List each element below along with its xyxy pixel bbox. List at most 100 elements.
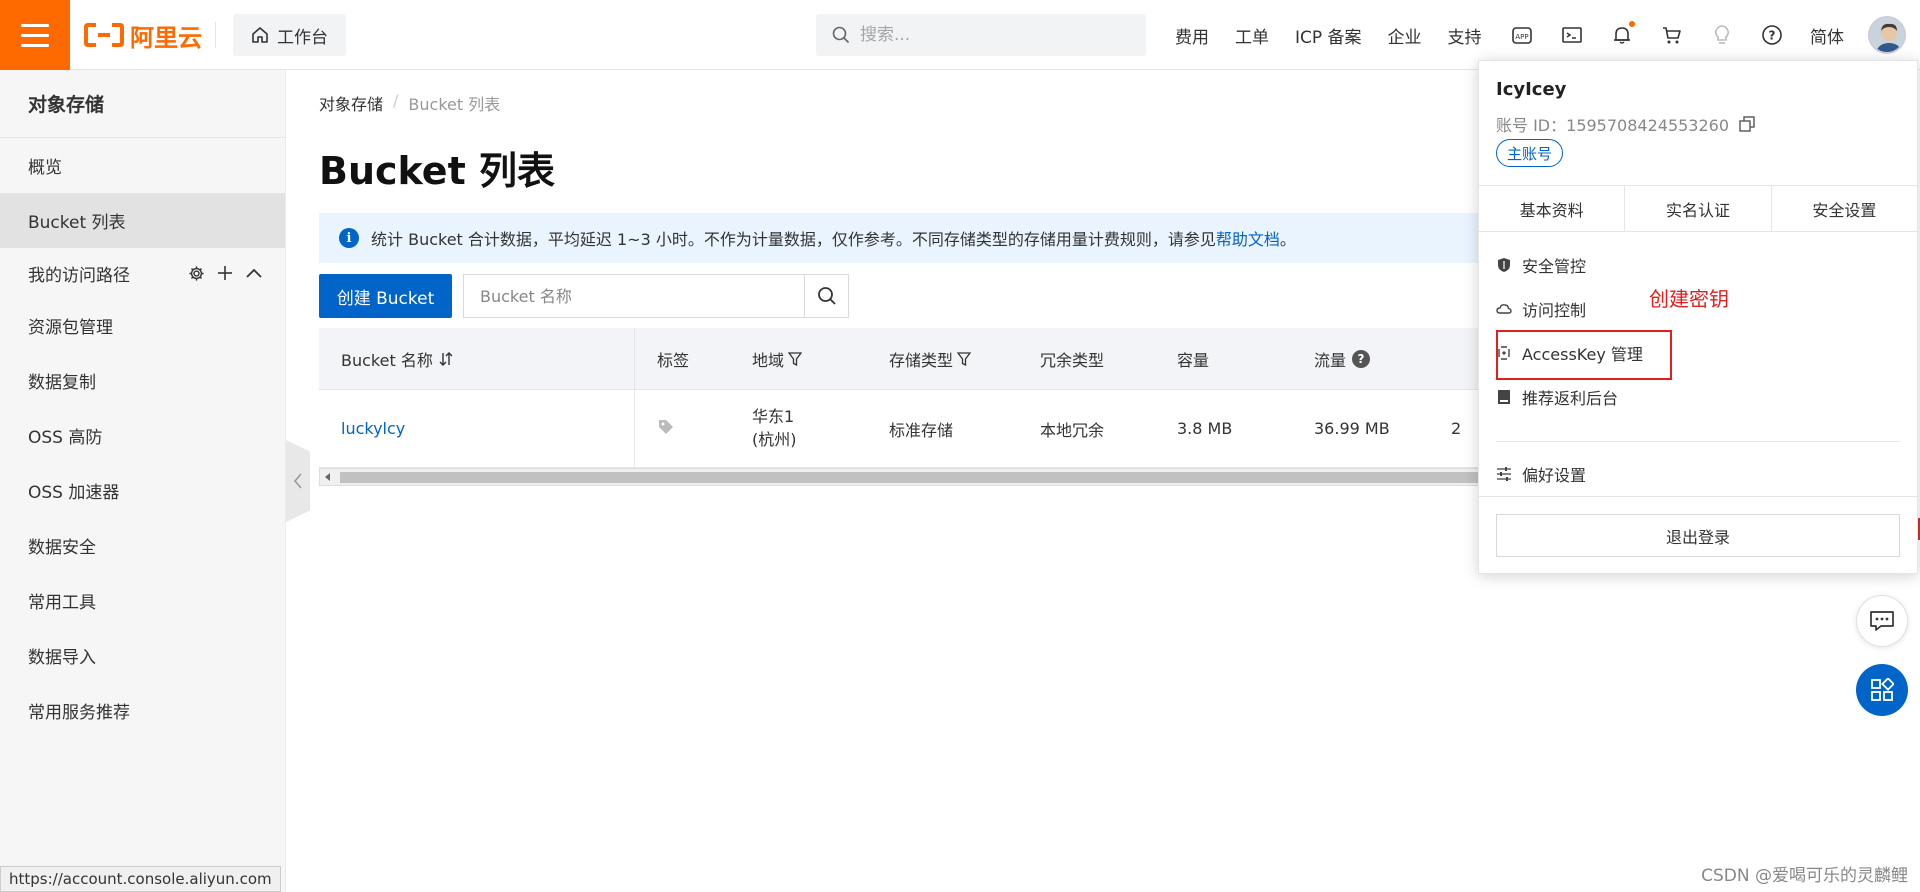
col-capacity: 容量 [1177, 350, 1210, 370]
breadcrumb: 对象存储 / Bucket 列表 [319, 91, 500, 115]
bucket-name-input[interactable] [464, 275, 804, 317]
cell-capacity: 3.8 MB [1177, 419, 1233, 438]
key-icon [1498, 346, 1510, 360]
create-bucket-button[interactable]: 创建 Bucket [319, 274, 452, 318]
chevron-left-icon [293, 473, 302, 489]
terminal-icon[interactable] [1560, 23, 1584, 47]
hamburger-menu-button[interactable] [0, 0, 70, 70]
col-label: 流量 [1314, 350, 1347, 370]
filter-search-button[interactable] [804, 275, 848, 317]
menu-item-accesskey-management[interactable]: AccessKey 管理 [1496, 330, 1900, 380]
menu-item-security-control[interactable]: 安全管控 [1496, 243, 1900, 287]
chat-float-button[interactable] [1856, 595, 1908, 647]
help-icon[interactable]: ? [1760, 23, 1784, 47]
sidebar-item-overview[interactable]: 概览 [0, 138, 285, 193]
workbench-label: 工作台 [277, 27, 328, 48]
sidebar-item-access-paths[interactable]: 我的访问路径 [0, 248, 285, 298]
account-dropdown: IcyIcey 账号 ID：1595708424553260 主账号 基本资料 … [1478, 60, 1918, 574]
search-input[interactable] [860, 25, 1120, 45]
menu-item-label: 偏好设置 [1522, 466, 1587, 485]
menu-item-label: 安全管控 [1522, 257, 1587, 276]
logout-button[interactable]: 退出登录 [1496, 514, 1900, 557]
sort-icon[interactable] [439, 351, 453, 367]
col-traffic: 流量 ? [1314, 347, 1451, 371]
breadcrumb-item-oss[interactable]: 对象存储 [319, 91, 383, 115]
sidebar-item-data-security[interactable]: 数据安全 [0, 518, 285, 573]
sliders-icon [1497, 467, 1511, 481]
account-id-text: 账号 ID：1595708424553260 [1496, 112, 1729, 136]
table-row: luckylcy 华东1 (杭州) 标准存储 本地冗余 3.8 MB 36.99… [319, 390, 1479, 468]
sidebar-item-common-tools[interactable]: 常用工具 [0, 573, 285, 628]
cell-traffic: 36.99 MB [1314, 419, 1390, 438]
apps-grid-icon [1871, 678, 1894, 701]
menu-item-label: 访问控制 [1522, 301, 1587, 320]
top-link-cost[interactable]: 费用 [1175, 23, 1209, 48]
breadcrumb-separator: / [393, 91, 399, 110]
lightbulb-icon[interactable] [1710, 23, 1734, 47]
sidebar-item-oss-accelerator[interactable]: OSS 加速器 [0, 463, 285, 518]
aliyun-logo[interactable]: 阿里云 [84, 18, 202, 52]
cloud-icon [1496, 304, 1512, 314]
sidebar-item-bucket-list[interactable]: Bucket 列表 [0, 193, 285, 248]
col-region[interactable]: 地域 [752, 347, 889, 371]
menu-divider [1496, 441, 1900, 442]
home-icon [252, 27, 268, 43]
horizontal-scrollbar[interactable] [319, 468, 1480, 486]
cart-icon[interactable] [1660, 23, 1684, 47]
col-label: Bucket 名称 [341, 350, 433, 370]
sidebar: 对象存储 概览 Bucket 列表 我的访问路径 资源包管理 数据复制 OSS … [0, 70, 286, 892]
sidebar-item-resource-packages[interactable]: 资源包管理 [0, 298, 285, 353]
chevron-up-icon[interactable] [245, 265, 263, 281]
user-avatar[interactable] [1868, 16, 1906, 54]
top-link-ticket[interactable]: 工单 [1235, 23, 1269, 48]
tag-icon[interactable] [657, 418, 675, 436]
sidebar-item-data-import[interactable]: 数据导入 [0, 628, 285, 683]
tab-real-name[interactable]: 实名认证 [1625, 186, 1772, 231]
plus-icon[interactable] [217, 265, 233, 281]
filter-icon[interactable] [957, 351, 972, 366]
notice-text: 统计 Bucket 合计数据，平均延迟 1~3 小时。不作为计量数据，仅作参考。… [371, 230, 1216, 249]
scrollbar-thumb[interactable] [340, 472, 1480, 483]
apps-float-button[interactable] [1856, 664, 1908, 716]
sidebar-item-label: 我的访问路径 [28, 265, 130, 286]
sidebar-item-data-replication[interactable]: 数据复制 [0, 353, 285, 408]
help-icon[interactable]: ? [1352, 349, 1371, 368]
menu-item-rebate-backend[interactable]: 推荐返利后台 [1496, 375, 1900, 419]
account-menu: 安全管控 访问控制 AccessKey 管理 推荐返利后台 偏好设置 [1496, 243, 1900, 496]
menu-line [21, 23, 49, 27]
gear-icon[interactable] [188, 265, 205, 282]
account-id-label: 账号 ID： [1496, 116, 1567, 135]
language-switch[interactable]: 简体 [1810, 23, 1844, 48]
scroll-left-arrow[interactable] [325, 473, 330, 481]
filter-icon[interactable] [788, 351, 803, 366]
top-link-enterprise[interactable]: 企业 [1388, 23, 1422, 48]
help-doc-link[interactable]: 帮助文档 [1216, 230, 1280, 249]
page-title: Bucket 列表 [319, 149, 555, 193]
copy-icon[interactable] [1739, 116, 1755, 132]
cell-extra: 2 [1451, 419, 1462, 438]
tab-security-settings[interactable]: 安全设置 [1772, 186, 1917, 231]
menu-line [21, 33, 49, 37]
search-icon [832, 26, 850, 44]
bell-icon[interactable] [1610, 21, 1635, 47]
menu-item-preferences[interactable]: 偏好设置 [1496, 452, 1900, 496]
sidebar-item-oss-ddos[interactable]: OSS 高防 [0, 408, 285, 463]
notification-dot [1629, 21, 1635, 27]
sidebar-collapse-handle[interactable] [286, 440, 310, 522]
menu-item-label: AccessKey 管理 [1522, 345, 1643, 364]
tab-basic-info[interactable]: 基本资料 [1479, 186, 1626, 231]
bucket-link[interactable]: luckylcy [341, 419, 405, 438]
menu-line [21, 43, 49, 47]
col-storage-type[interactable]: 存储类型 [889, 347, 1040, 371]
app-icon[interactable]: APP [1510, 23, 1534, 47]
col-bucket-name[interactable]: Bucket 名称 [319, 328, 635, 389]
svg-text:APP: APP [1515, 33, 1528, 41]
svg-text:?: ? [1769, 29, 1776, 43]
top-link-support[interactable]: 支持 [1448, 23, 1482, 48]
top-link-icp[interactable]: ICP 备案 [1295, 23, 1362, 48]
sidebar-item-recommended-services[interactable]: 常用服务推荐 [0, 683, 285, 738]
account-id-value: 1595708424553260 [1566, 116, 1730, 135]
workbench-button[interactable]: 工作台 [233, 14, 346, 56]
global-search[interactable] [816, 14, 1146, 56]
book-icon [1498, 390, 1510, 404]
